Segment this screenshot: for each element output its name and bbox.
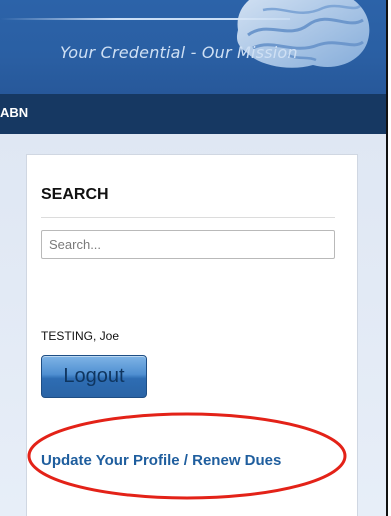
nav-item-abn[interactable]: ABN	[0, 105, 28, 120]
brain-logo-graphic	[237, 0, 370, 68]
logged-in-user-name: TESTING, Joe	[41, 329, 120, 343]
header-tagline: Your Credential - Our Mission	[60, 43, 298, 62]
search-divider	[41, 217, 335, 218]
main-nav-bar: ABN	[0, 94, 386, 134]
site-header: Your Credential - Our Mission	[0, 0, 386, 94]
logout-button-label: Logout	[63, 365, 125, 387]
page-frame: Your Credential - Our Mission ABN SEARCH…	[0, 0, 388, 516]
search-heading: SEARCH	[41, 186, 109, 203]
logout-button[interactable]: Logout	[41, 355, 147, 398]
highlight-circle-annotation	[27, 412, 347, 500]
search-input[interactable]	[41, 230, 335, 259]
